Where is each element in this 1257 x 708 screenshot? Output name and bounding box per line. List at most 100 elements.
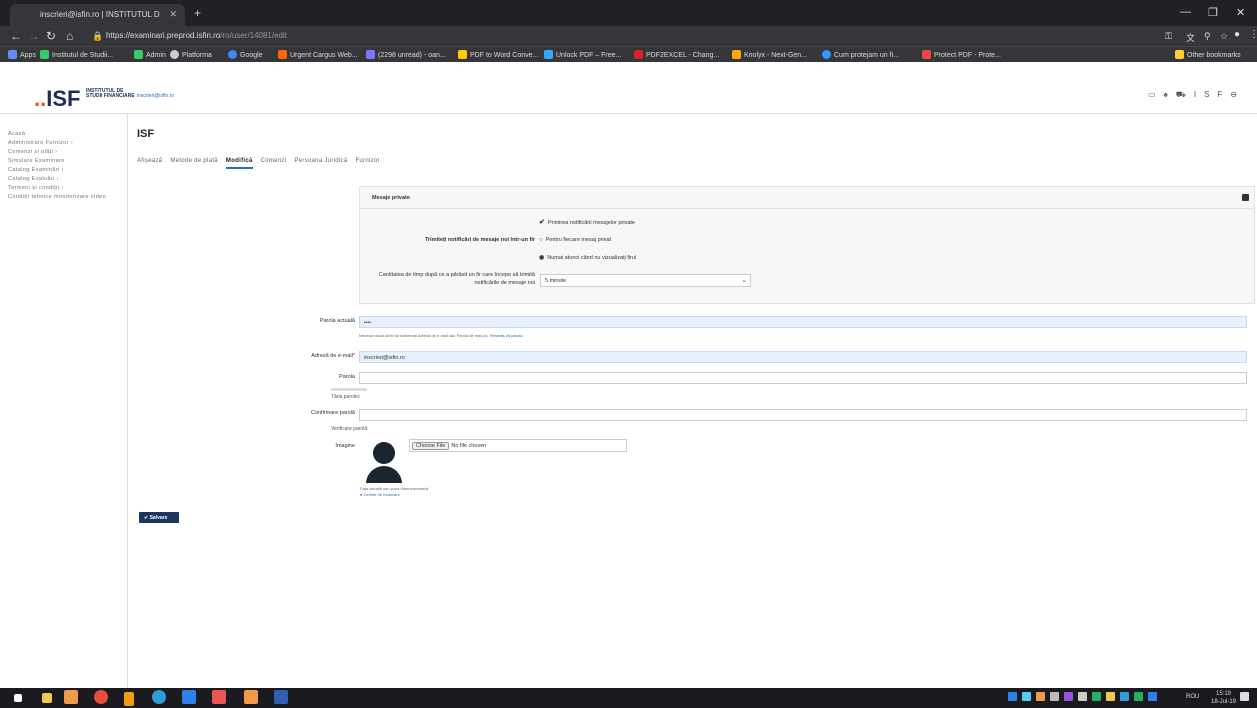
star-icon[interactable]: ☆	[1220, 31, 1228, 42]
image-help: Fața virtuală sau poza dumneavoastră.	[360, 486, 430, 491]
save-button[interactable]: ✔ Salvare	[139, 512, 179, 523]
tray-icon-3[interactable]	[1036, 692, 1045, 701]
bookmark-platforma[interactable]: Platforma	[170, 50, 212, 59]
app-icon-1[interactable]	[64, 690, 78, 704]
bookmark-isf[interactable]: Institutul de Studii...	[40, 50, 113, 59]
tab-comenzi[interactable]: Comenzi	[261, 158, 287, 167]
clock[interactable]: 15:19 18-Jul-19	[1211, 690, 1236, 706]
tray-icon-7[interactable]	[1120, 692, 1129, 701]
sidebar-item-catalog-evaluari[interactable]: Catalog Evaluări ›	[0, 175, 128, 184]
radio-each-message[interactable]: ○ Pentru fiecare mesaj privat	[539, 237, 611, 243]
bookmark-mail[interactable]: (2298 unread) - oan...	[366, 50, 446, 59]
bookmark-google[interactable]: Google	[228, 50, 263, 59]
tray-icon-1[interactable]	[1008, 692, 1017, 701]
bookmark-cargus[interactable]: Urgent Cargus Web...	[278, 50, 358, 59]
tray-icon-9[interactable]	[1148, 692, 1157, 701]
reload-icon[interactable]: ↻	[46, 29, 56, 43]
zoom-icon[interactable]: ⚲	[1204, 31, 1211, 42]
upload-requirements-link[interactable]: ● Cerințe de încărcare	[360, 492, 400, 497]
skype-icon[interactable]	[182, 690, 196, 704]
tab-title: inscrieri@isfin.ro | INSTITUTUL D	[40, 10, 160, 19]
sidebar-item-simulare[interactable]: Simulare Examinare	[0, 157, 128, 166]
isf-logo[interactable]: ..ISF INSTITUTUL DE STUDII FINANCIARE	[34, 86, 135, 112]
maximize-icon[interactable]: ❐	[1208, 6, 1218, 19]
bookmark-protect-pdf[interactable]: Protect PDF - Prote...	[922, 50, 1001, 59]
browser-tab[interactable]: inscrieri@isfin.ro | INSTITUTUL D ✕	[10, 4, 185, 26]
profile-icon[interactable]: ●	[1234, 29, 1240, 40]
delay-label: Cantitatea de timp după ce a părăsit un …	[378, 272, 535, 286]
back-icon[interactable]: ←	[10, 29, 22, 43]
calendar-icon[interactable]: ▭	[1148, 90, 1164, 99]
confirm-password-field[interactable]	[359, 409, 1247, 421]
collapse-icon[interactable]	[1242, 194, 1249, 201]
network-icon[interactable]	[1050, 692, 1059, 701]
sidebar-item-administrare[interactable]: Administrare Furnizor ›	[0, 139, 128, 148]
bookmark-apps[interactable]: Apps	[8, 50, 36, 59]
sidebar-item-catalog-examinari[interactable]: Catalog Examinări ›	[0, 166, 128, 175]
cart-icon[interactable]: ⛟	[1176, 90, 1194, 99]
avatar	[366, 438, 402, 483]
current-password-field[interactable]: ••••	[359, 316, 1247, 328]
tab-metode-plata[interactable]: Metode de plată	[170, 158, 218, 167]
key-icon[interactable]: ⚿	[1165, 31, 1172, 42]
user-initials[interactable]: ISF	[1194, 90, 1230, 99]
tray-icon-4[interactable]	[1064, 692, 1073, 701]
tray-icon-2[interactable]	[1022, 692, 1031, 701]
app-icon-2[interactable]	[212, 690, 226, 704]
sidebar-item-acasa[interactable]: Acasă	[0, 130, 128, 139]
header-email[interactable]: inscrieri@isfin.ro	[137, 93, 174, 99]
bookmark-protejam[interactable]: Cum protejam un fi...	[822, 50, 899, 59]
bookmark-pdf-word[interactable]: PDF to Word Conve...	[458, 50, 538, 59]
edge-icon[interactable]	[152, 690, 166, 704]
tab-furnizor[interactable]: Furnizor	[355, 158, 379, 167]
enable-notifications-checkbox[interactable]: ✔ Primirea notificării mesajelor private	[539, 218, 635, 226]
delay-select[interactable]: 5 minute ⌄	[540, 274, 751, 287]
image-label: Imagine	[335, 443, 355, 449]
tab-afiseaza[interactable]: Afișează	[137, 158, 162, 167]
radio-when-not-viewing[interactable]: ◉ Numai atunci când nu vizualizați firul	[539, 254, 636, 261]
translate-icon[interactable]: 文	[1186, 31, 1195, 44]
language-indicator[interactable]: ROU	[1186, 694, 1199, 700]
header-icons: ▭♠⛟ISF⊖	[1148, 90, 1245, 100]
bookmark-unlock-pdf[interactable]: Unlock PDF – Free...	[544, 50, 621, 59]
chrome-icon[interactable]	[94, 690, 108, 704]
start-icon[interactable]	[14, 694, 22, 702]
bookmark-admin[interactable]: Admin	[134, 50, 166, 59]
bookmark-pdf2excel[interactable]: PDF2EXCEL - Chang...	[634, 50, 719, 59]
close-tab-icon[interactable]: ✕	[169, 9, 177, 20]
tab-modifica[interactable]: Modifică	[225, 158, 253, 169]
sidebar-item-comenzi[interactable]: Comenzi și plăți ›	[0, 148, 128, 157]
tray-icon-6[interactable]	[1106, 692, 1115, 701]
sidebar-item-conditii[interactable]: Condiții tehnice monitorizare video	[0, 193, 118, 202]
reset-password-link[interactable]: Resetați-vă parola.	[490, 333, 524, 338]
file-input[interactable]: Choose File No file chosen	[409, 439, 627, 452]
tab-persoana-juridica[interactable]: Persoana Juridică	[294, 158, 347, 167]
volume-icon[interactable]	[1078, 692, 1087, 701]
minimize-icon[interactable]: —	[1180, 6, 1191, 18]
tray-icon-5[interactable]	[1092, 692, 1101, 701]
forward-icon[interactable]: →	[28, 29, 40, 43]
vlc-icon[interactable]	[124, 692, 134, 706]
menu-icon[interactable]: ⋮	[1249, 29, 1257, 40]
confirm-password-label: Confirmare parolă	[310, 410, 355, 416]
notifications-icon[interactable]	[1240, 692, 1249, 701]
panel-heading: Mesaje private	[360, 187, 1254, 209]
file-explorer-icon[interactable]	[42, 693, 52, 703]
choose-file-button[interactable]: Choose File	[412, 442, 450, 450]
private-messages-panel: Mesaje private ✔ Primirea notificării mes…	[359, 186, 1255, 304]
sidebar-item-termeni[interactable]: Termeni și condiții ›	[0, 184, 128, 193]
app-icon-3[interactable]	[244, 690, 258, 704]
lock-icon: 🔒	[92, 31, 104, 41]
home-icon[interactable]: ⌂	[66, 29, 73, 43]
bell-icon[interactable]: ♠	[1164, 90, 1176, 99]
url-field[interactable]: https://examinari.preprod.isfin.ro/ro/us…	[106, 31, 287, 40]
password-field[interactable]	[359, 372, 1247, 384]
word-icon[interactable]	[274, 690, 288, 704]
bookmark-other[interactable]: Other bookmarks	[1175, 50, 1241, 59]
user-icon[interactable]: ⊖	[1230, 90, 1245, 99]
close-window-icon[interactable]: ✕	[1236, 6, 1245, 19]
email-field[interactable]: inscrieri@isfin.ro	[359, 351, 1247, 363]
bookmark-knolyx[interactable]: Knolyx - Next-Gen...	[732, 50, 807, 59]
tray-icon-8[interactable]	[1134, 692, 1143, 701]
new-tab-icon[interactable]: +	[194, 6, 201, 20]
